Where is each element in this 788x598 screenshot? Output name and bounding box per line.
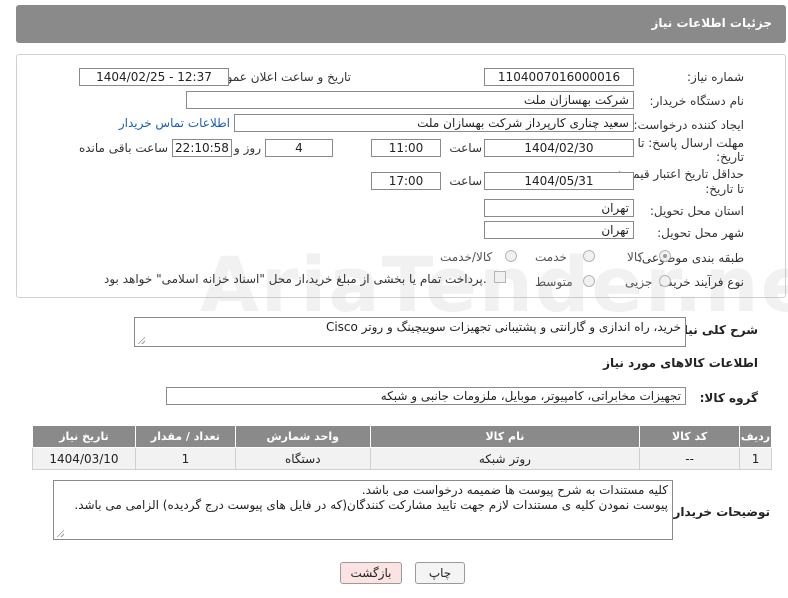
remaining-time-label: ساعت باقی مانده xyxy=(78,141,168,155)
back-button[interactable]: بازگشت xyxy=(340,562,402,584)
goods-table: ردیف کد کالا نام کالا واحد شمارش تعداد /… xyxy=(32,425,772,470)
buyer-contact-link[interactable]: اطلاعات تماس خریدار xyxy=(119,116,230,130)
days-remaining-field: 4 xyxy=(265,139,333,157)
description-textarea: خرید، راه اندازی و گارانتی و پشتیبانی تج… xyxy=(134,317,686,347)
category-radio-service[interactable] xyxy=(583,250,595,262)
price-validity-time-field: 17:00 xyxy=(371,172,441,190)
goods-group-field: تجهیزات مخابراتی، کامپیوتر، موبایل، ملزو… xyxy=(166,387,686,405)
buyer-org-field: شرکت بهسازان ملت xyxy=(186,91,634,109)
announce-date-field: 1404/02/25 - 12:37 xyxy=(79,68,229,86)
treasury-payment-note: پرداخت تمام یا بخشی از مبلغ خرید،از محل … xyxy=(104,272,487,286)
province-label: استان محل تحویل: xyxy=(649,204,744,218)
table-cell: -- xyxy=(639,447,741,470)
buyer-notes-line-2: پیوست نمودن کلیه ی مستندات لازم جهت تایی… xyxy=(74,498,668,512)
category-label: طبقه بندی موضوعی: xyxy=(637,251,744,265)
purchase-radio-minor[interactable] xyxy=(659,275,671,287)
price-validity-label-2: تا تاریخ: xyxy=(705,182,744,196)
column-header: ردیف xyxy=(739,425,772,448)
print-button[interactable]: چاپ xyxy=(415,562,465,584)
treasury-payment-checkbox[interactable] xyxy=(494,271,506,283)
buyer-org-label: نام دستگاه خریدار: xyxy=(649,94,745,108)
price-validity-time-label: ساعت xyxy=(449,174,482,188)
column-header: تعداد / مقدار xyxy=(134,425,236,448)
table-cell: روتر شبکه xyxy=(369,447,641,470)
column-header: کد کالا xyxy=(639,425,741,448)
page-header: جزئیات اطلاعات نیاز xyxy=(16,5,786,43)
category-option-goods-service: کالا/خدمت xyxy=(440,250,493,264)
purchase-type-label: نوع فرآیند خرید : xyxy=(659,275,744,289)
province-field: تهران xyxy=(484,199,634,217)
goods-group-label: گروه کالا: xyxy=(699,391,758,405)
deadline-time-label: ساعت xyxy=(449,141,482,155)
category-radio-goods[interactable] xyxy=(659,250,671,262)
deadline-label-2: تاریخ: xyxy=(716,150,744,164)
category-radio-goods-service[interactable] xyxy=(505,250,517,262)
creator-label: ایجاد کننده درخواست: xyxy=(633,118,744,132)
category-option-goods: کالا xyxy=(627,250,644,264)
table-cell: 1404/03/10 xyxy=(32,447,136,470)
column-header: نام کالا xyxy=(369,425,641,448)
table-cell: دستگاه xyxy=(234,447,371,470)
days-label: روز و xyxy=(234,141,261,155)
remaining-time-field: 22:10:58 xyxy=(172,139,232,157)
need-number-label: شماره نیاز: xyxy=(687,70,744,84)
creator-field: سعید چناری کارپرداز شرکت بهسازان ملت xyxy=(234,114,634,132)
page-title: جزئیات اطلاعات نیاز xyxy=(651,16,772,30)
purchase-option-minor: جزیی xyxy=(625,275,653,289)
need-number-field: 1104007016000016 xyxy=(484,68,634,86)
table-cell: 1 xyxy=(739,447,772,470)
buyer-notes-textarea: کلیه مستندات به شرح پیوست ها ضمیمه درخوا… xyxy=(53,480,673,540)
column-header: تاریخ نیاز xyxy=(32,425,136,448)
table-cell: 1 xyxy=(134,447,236,470)
deadline-date-field: 1404/02/30 xyxy=(484,139,634,157)
resize-grip-icon[interactable] xyxy=(137,336,145,344)
price-validity-label: حداقل تاریخ اعتبار قیمت: xyxy=(617,167,744,181)
deadline-label: مهلت ارسال پاسخ: تا xyxy=(637,136,744,150)
deadline-time-field: 11:00 xyxy=(371,139,441,157)
city-field: تهران xyxy=(484,221,634,239)
buyer-notes-line-1: کلیه مستندات به شرح پیوست ها ضمیمه درخوا… xyxy=(361,483,668,497)
goods-section-title: اطلاعات کالاهای مورد نیاز xyxy=(603,356,758,370)
buyer-notes-label: توضیحات خریدار: xyxy=(668,505,770,519)
category-option-service: خدمت xyxy=(535,250,567,264)
goods-table-header: ردیف کد کالا نام کالا واحد شمارش تعداد /… xyxy=(32,425,772,448)
city-label: شهر محل تحویل: xyxy=(657,226,744,240)
purchase-option-medium: متوسط xyxy=(535,275,573,289)
resize-grip-icon[interactable] xyxy=(56,529,64,537)
description-text: خرید، راه اندازی و گارانتی و پشتیبانی تج… xyxy=(325,320,681,334)
purchase-radio-medium[interactable] xyxy=(583,275,595,287)
column-header: واحد شمارش xyxy=(234,425,371,448)
table-row: 1 -- روتر شبکه دستگاه 1 1404/03/10 xyxy=(32,447,772,470)
price-validity-date-field: 1404/05/31 xyxy=(484,172,634,190)
